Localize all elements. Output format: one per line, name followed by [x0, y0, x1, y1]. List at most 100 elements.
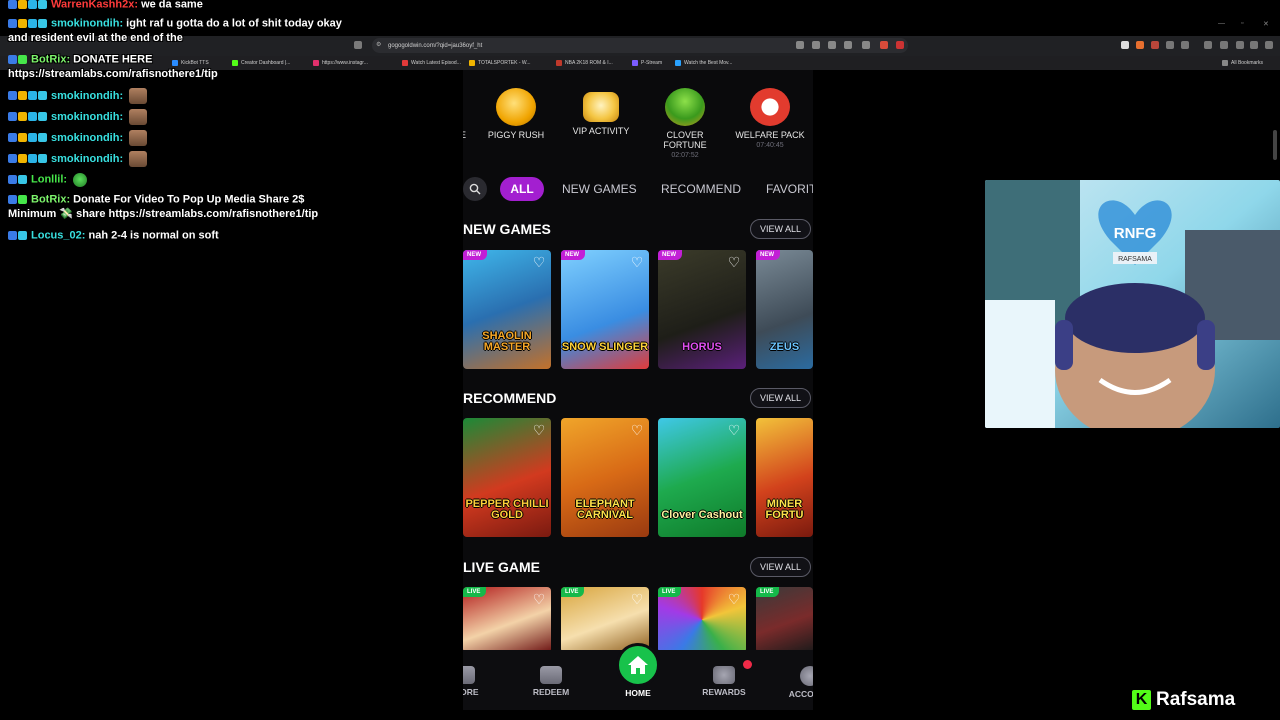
promo-welfare-pack[interactable]: WELFARE PACK 07:40:45: [730, 88, 810, 149]
promo-strip: E PIGGY RUSH VIP ACTIVITY CLOVER FORTUNE…: [463, 88, 813, 159]
nav-home[interactable]: [616, 643, 660, 687]
bookmark-favicon-icon: [675, 60, 681, 66]
chat-username[interactable]: BotRix:: [31, 193, 70, 205]
chat-badge-icon: [18, 54, 27, 64]
favorite-heart-icon[interactable]: ♡: [726, 254, 742, 270]
game-card[interactable]: NEW ♡ SNOW SLINGER: [561, 250, 649, 369]
game-card[interactable]: NEW ♡ HORUS: [658, 250, 746, 369]
chat-badge-icon: [8, 194, 17, 204]
bookmark-item[interactable]: P-Stream: [632, 56, 662, 70]
tab-recommend[interactable]: RECOMMEND: [661, 177, 741, 201]
game-title: ELEPHANT CARNIVAL: [575, 498, 635, 521]
extensions-puzzle-icon[interactable]: [1166, 41, 1174, 49]
chat-username[interactable]: Lonllil:: [31, 173, 67, 185]
favorite-heart-icon[interactable]: ♡: [726, 591, 742, 607]
bookmark-label: Creator Dashboard |...: [241, 60, 291, 66]
search-button[interactable]: [463, 177, 487, 201]
section-title-recommend: RECOMMEND: [463, 390, 557, 406]
notification-dot: [743, 660, 752, 669]
tab-favorites[interactable]: FAVORIT: [766, 177, 813, 201]
tab-new-games[interactable]: NEW GAMES: [562, 177, 637, 201]
game-card[interactable]: MINER FORTU: [756, 418, 813, 537]
chat-username[interactable]: WarrenKashh2x:: [51, 0, 138, 10]
chat-badges: [8, 0, 48, 12]
game-card[interactable]: NEW ZEUS: [756, 250, 813, 369]
promo-piggy-rush[interactable]: PIGGY RUSH: [476, 88, 556, 140]
bookmark-star-icon[interactable]: [354, 41, 362, 49]
close-icon[interactable]: ✕: [1263, 20, 1269, 28]
chat-username[interactable]: smokinondih:: [51, 111, 123, 123]
nav-label-home: HOME: [625, 688, 651, 698]
extension-icon[interactable]: [1136, 41, 1144, 49]
new-badge: NEW: [756, 250, 780, 260]
view-all-new-games-button[interactable]: VIEW ALL: [750, 219, 811, 239]
bookmark-item[interactable]: Creator Dashboard |...: [232, 56, 290, 70]
chat-username[interactable]: BotRix:: [31, 53, 70, 65]
bookmark-item[interactable]: Watch the Best Mov...: [675, 56, 732, 70]
favorite-heart-icon[interactable]: ♡: [629, 591, 645, 607]
chat-message: WarrenKashh2x: we da same: [8, 0, 203, 12]
screenshot-icon[interactable]: [828, 41, 836, 49]
bookmark-item[interactable]: Watch Latest Episod...: [402, 56, 461, 70]
chat-username[interactable]: smokinondih:: [51, 132, 123, 144]
minimize-icon[interactable]: —: [1218, 20, 1225, 27]
extension-icon[interactable]: [1121, 41, 1129, 49]
favorite-heart-icon[interactable]: ♡: [629, 422, 645, 438]
wallet-icon[interactable]: [1220, 41, 1228, 49]
vip-ticket-icon: [583, 92, 619, 122]
site-info-icon[interactable]: ⚙: [376, 41, 382, 49]
all-bookmarks[interactable]: All Bookmarks: [1222, 56, 1263, 70]
bookmark-item[interactable]: TOTALSPORTEK - W...: [469, 56, 531, 70]
nav-account[interactable]: ACCOUNT: [780, 666, 813, 699]
nav-redeem[interactable]: REDEEM: [521, 666, 581, 697]
sidebar-icon[interactable]: [1204, 41, 1212, 49]
downloads-icon[interactable]: [1181, 41, 1189, 49]
vpn-icon[interactable]: [1250, 41, 1258, 49]
game-title: PEPPER CHILLI GOLD: [465, 498, 549, 521]
chat-username[interactable]: smokinondih:: [51, 90, 123, 102]
bookmark-item[interactable]: NBA 2K18 ROM & I...: [556, 56, 613, 70]
rewards-triangle-icon[interactable]: [896, 41, 904, 49]
bookmark-item[interactable]: https://www.instagr...: [313, 56, 368, 70]
bookmark-label: Watch Latest Episod...: [411, 60, 461, 66]
promo-clover-fortune[interactable]: CLOVER FORTUNE 02:07:52: [645, 88, 725, 159]
live-game-card[interactable]: LIVE: [756, 587, 813, 653]
game-card[interactable]: ♡ ELEPHANT CARNIVAL: [561, 418, 649, 537]
bookmark-label: NBA 2K18 ROM & I...: [565, 60, 613, 66]
maximize-icon[interactable]: ▫: [1241, 20, 1243, 27]
game-card[interactable]: ♡ PEPPER CHILLI GOLD: [463, 418, 551, 537]
cast-icon[interactable]: [844, 41, 852, 49]
favorite-heart-icon[interactable]: ♡: [531, 254, 547, 270]
tools-icon[interactable]: [1236, 41, 1244, 49]
promo-vip-activity[interactable]: VIP ACTIVITY: [561, 88, 641, 136]
live-game-card[interactable]: LIVE ♡: [658, 587, 746, 653]
bottom-nav: STORE REDEEM HOME REWARDS ACCOUNT: [463, 643, 813, 710]
tab-all[interactable]: ALL: [500, 177, 544, 201]
nav-rewards[interactable]: REWARDS: [694, 666, 754, 697]
new-badge: NEW: [658, 250, 682, 260]
chat-text: https://streamlabs.com/rafisnothere1/tip: [8, 68, 218, 80]
favorite-heart-icon[interactable]: ♡: [726, 422, 742, 438]
nav-store[interactable]: STORE: [463, 666, 494, 697]
game-card[interactable]: ♡ Clover Cashout: [658, 418, 746, 537]
chat-username[interactable]: smokinondih:: [51, 17, 123, 29]
chat-username[interactable]: smokinondih:: [51, 153, 123, 165]
view-all-live-button[interactable]: VIEW ALL: [750, 557, 811, 577]
favorite-heart-icon[interactable]: ♡: [629, 254, 645, 270]
live-game-card[interactable]: LIVE ♡: [463, 587, 551, 653]
location-icon[interactable]: [796, 41, 804, 49]
game-card[interactable]: NEW ♡ SHAOLIN MASTER: [463, 250, 551, 369]
page-scrollbar[interactable]: [1273, 130, 1277, 160]
menu-icon[interactable]: [1265, 41, 1273, 49]
view-all-recommend-button[interactable]: VIEW ALL: [750, 388, 811, 408]
extension-icon[interactable]: [1151, 41, 1159, 49]
favorite-heart-icon[interactable]: ♡: [531, 591, 547, 607]
bookmark-favicon-icon: [313, 60, 319, 66]
translate-icon[interactable]: [812, 41, 820, 49]
share-icon[interactable]: [862, 41, 870, 49]
favorite-heart-icon[interactable]: ♡: [531, 422, 547, 438]
webcam-feed: RNFG RAFSAMA: [985, 180, 1280, 428]
chat-message: smokinondih:: [8, 109, 148, 125]
chat-username[interactable]: Locus_02:: [31, 229, 85, 241]
brave-shield-icon[interactable]: [880, 41, 888, 49]
